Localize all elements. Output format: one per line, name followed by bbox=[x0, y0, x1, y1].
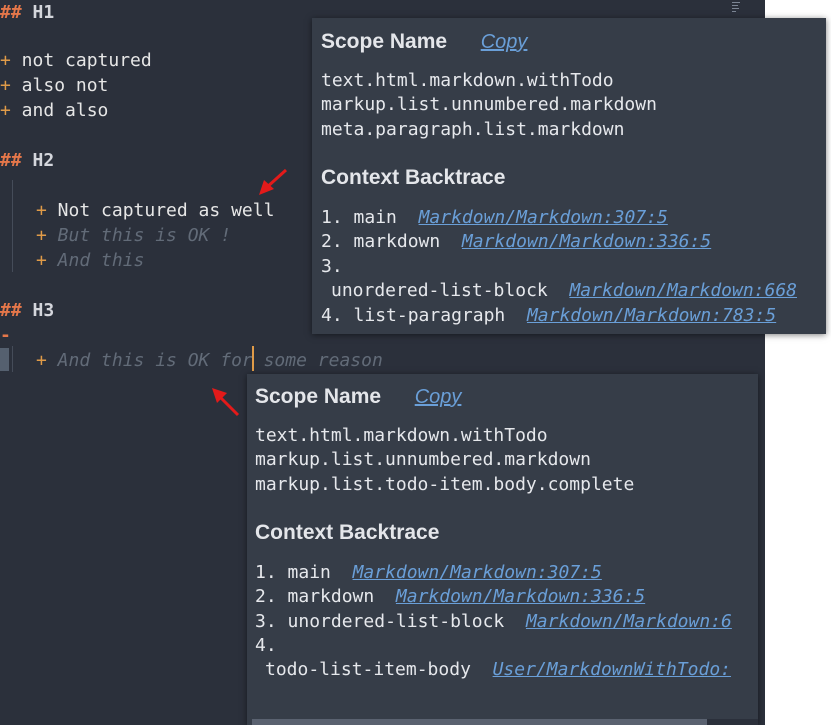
context-backtrace-title: Context Backtrace bbox=[321, 166, 506, 189]
backtrace-context: list-paragraph bbox=[353, 305, 506, 326]
backtrace-item: 1. main Markdown/Markdown:307:5 bbox=[321, 205, 668, 230]
scope-name-header: Scope Name Copy bbox=[255, 385, 461, 409]
backtrace-item: 2. markdown Markdown/Markdown:336:5 bbox=[321, 229, 711, 254]
arrow-icon bbox=[212, 388, 240, 417]
scope-popup[interactable]: Scope Name Copy text.html.markdown.withT… bbox=[312, 18, 826, 334]
list-item-text: And this is OK for some reason bbox=[46, 350, 383, 371]
bullet-marker: + bbox=[36, 350, 47, 371]
backtrace-link[interactable]: Markdown/Markdown:307:5 bbox=[353, 562, 602, 583]
backtrace-link[interactable]: Markdown/Markdown:307:5 bbox=[419, 207, 668, 228]
heading-text: H3 bbox=[21, 300, 55, 321]
backtrace-link[interactable]: User/MarkdownWithTodo: bbox=[493, 659, 731, 680]
list-item-line[interactable]: + And this bbox=[36, 248, 144, 273]
list-item-text: also not bbox=[10, 75, 109, 96]
bullet-marker: + bbox=[36, 250, 47, 271]
backtrace-link[interactable]: Markdown/Markdown:6 bbox=[526, 611, 732, 632]
list-item-text: and also bbox=[10, 100, 109, 121]
bullet-marker: + bbox=[0, 75, 11, 96]
backtrace-number: 1. bbox=[321, 207, 343, 228]
backtrace-item: 1. main Markdown/Markdown:307:5 bbox=[255, 560, 602, 585]
backtrace-item: 3. unordered-list-block Markdown/Markdow… bbox=[255, 609, 732, 634]
bullet-marker: + bbox=[0, 50, 11, 71]
backtrace-context: unordered-list-block bbox=[287, 611, 505, 632]
dash-marker: - bbox=[0, 325, 11, 346]
list-item-line[interactable]: + But this is OK ! bbox=[36, 223, 231, 248]
backtrace-context: markdown bbox=[353, 231, 441, 252]
scope-name-header: Scope Name Copy bbox=[321, 30, 527, 54]
list-item-line[interactable]: + and also bbox=[0, 98, 108, 123]
backtrace-item: 2. markdown Markdown/Markdown:336:5 bbox=[255, 584, 645, 609]
backtrace-item: 4. list-paragraph Markdown/Markdown:783:… bbox=[321, 303, 776, 328]
heading-marker: ## bbox=[0, 2, 22, 23]
backtrace-context: unordered-list-block bbox=[331, 280, 548, 301]
backtrace-item: unordered-list-block Markdown/Markdown:6… bbox=[331, 278, 797, 303]
bullet-marker: + bbox=[36, 200, 47, 221]
backtrace-number: 2. bbox=[321, 231, 343, 252]
heading-text: H1 bbox=[21, 2, 55, 23]
list-item-line[interactable]: + not captured bbox=[0, 48, 152, 73]
copy-link[interactable]: Copy bbox=[481, 31, 528, 53]
scope-item: markup.list.unnumbered.markdown bbox=[255, 449, 591, 470]
scope-name-title: Scope Name bbox=[321, 30, 448, 53]
backtrace-link[interactable]: Markdown/Markdown:668 bbox=[569, 280, 797, 301]
backtrace-number: 4. bbox=[255, 635, 277, 656]
copy-link[interactable]: Copy bbox=[415, 386, 462, 408]
backtrace-number: 1. bbox=[255, 562, 277, 583]
backtrace-number: 3. bbox=[255, 611, 277, 632]
scope-popup[interactable]: Scope Name Copy text.html.markdown.withT… bbox=[247, 374, 758, 725]
backtrace-number: 4. bbox=[321, 305, 343, 326]
scope-item: text.html.markdown.withTodo bbox=[321, 70, 614, 91]
scope-item: markup.list.unnumbered.markdown bbox=[321, 94, 657, 115]
heading-line-h3[interactable]: ## H3 bbox=[0, 298, 54, 323]
backtrace-context: markdown bbox=[287, 586, 375, 607]
scope-item: text.html.markdown.withTodo bbox=[255, 425, 548, 446]
backtrace-context: todo-list-item-body bbox=[265, 659, 471, 680]
gutter-marker bbox=[0, 348, 9, 371]
heading-marker: ## bbox=[0, 150, 22, 171]
list-item-line[interactable]: + also not bbox=[0, 73, 108, 98]
list-item-text: But this is OK ! bbox=[46, 225, 232, 246]
list-item-text: not captured bbox=[10, 50, 152, 71]
indent-guide bbox=[12, 346, 13, 372]
list-item-text: Not captured as well bbox=[46, 200, 275, 221]
list-item-line[interactable]: + Not captured as well bbox=[36, 198, 274, 223]
scope-item: markup.list.todo-item.body.complete bbox=[255, 474, 635, 495]
dash-line[interactable]: - bbox=[0, 323, 11, 348]
heading-marker: ## bbox=[0, 300, 22, 321]
bullet-marker: + bbox=[36, 225, 47, 246]
heading-line-h2[interactable]: ## H2 bbox=[0, 148, 54, 173]
horizontal-scrollbar[interactable] bbox=[252, 719, 758, 725]
scope-name-title: Scope Name bbox=[255, 385, 382, 408]
backtrace-number: 2. bbox=[255, 586, 277, 607]
heading-text: H2 bbox=[21, 150, 55, 171]
list-item-text: And this bbox=[46, 250, 145, 271]
scrollbar-thumb[interactable] bbox=[252, 719, 707, 725]
backtrace-context: main bbox=[287, 562, 331, 583]
list-item-line[interactable]: + And this is OK for some reason bbox=[36, 348, 383, 373]
backtrace-link[interactable]: Markdown/Markdown:783:5 bbox=[527, 305, 776, 326]
text-cursor bbox=[252, 346, 254, 371]
backtrace-number: 3. bbox=[321, 256, 343, 277]
arrow-icon bbox=[259, 168, 288, 195]
scope-item: meta.paragraph.list.markdown bbox=[321, 119, 625, 140]
indent-guide bbox=[12, 180, 13, 272]
minimap[interactable] bbox=[732, 2, 744, 16]
backtrace-link[interactable]: Markdown/Markdown:336:5 bbox=[396, 586, 645, 607]
bullet-marker: + bbox=[0, 100, 11, 121]
backtrace-context: main bbox=[353, 207, 397, 228]
backtrace-item: todo-list-item-body User/MarkdownWithTod… bbox=[265, 657, 731, 682]
backtrace-link[interactable]: Markdown/Markdown:336:5 bbox=[462, 231, 711, 252]
heading-line-h1[interactable]: ## H1 bbox=[0, 0, 54, 25]
context-backtrace-title: Context Backtrace bbox=[255, 521, 440, 544]
